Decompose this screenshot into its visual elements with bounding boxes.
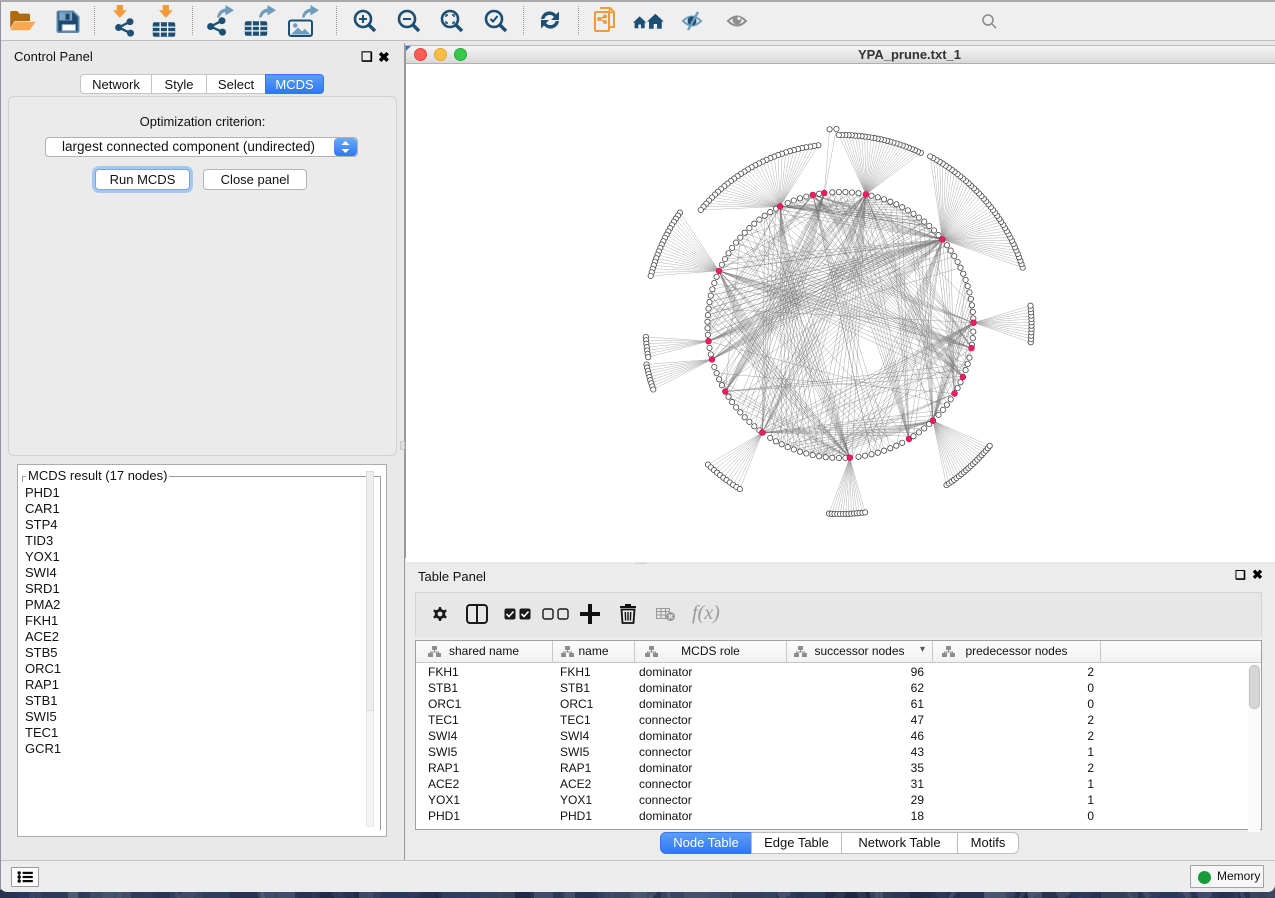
svg-text:f(x): f(x): [692, 603, 720, 624]
